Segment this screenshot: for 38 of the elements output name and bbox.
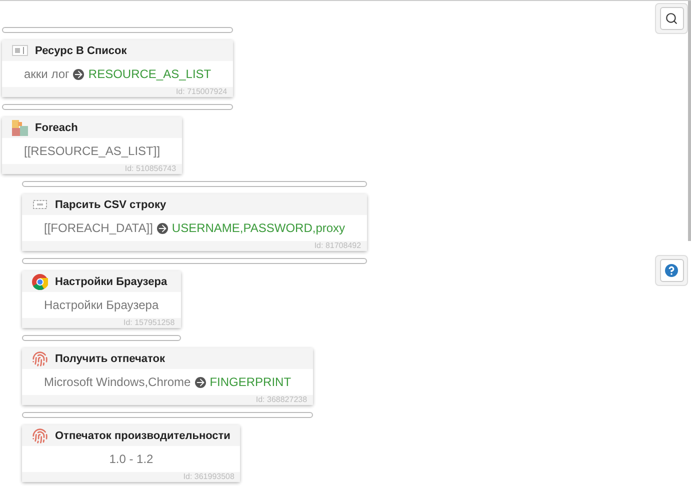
action-block[interactable]: Ресурс В Список акки лог RESOURCE_AS_LIST Id: 715007924 xyxy=(2,40,234,97)
action-block[interactable]: Настройки Браузера Настройки Браузера Id: 157951258 xyxy=(22,271,181,328)
action-block[interactable]: Отпечаток производительности 1.0 - 1.2 Id: 361993508 xyxy=(22,425,240,482)
block-id: Id: 368827238 xyxy=(22,395,314,405)
browser-icon xyxy=(32,274,48,290)
block-title: Отпечаток производительности xyxy=(55,430,230,442)
block-id: Id: 157951258 xyxy=(22,318,181,328)
input-value: акки лог xyxy=(24,67,70,81)
fingerprint-icon xyxy=(32,428,48,444)
help-button[interactable] xyxy=(655,255,688,286)
block-id: Id: 715007924 xyxy=(2,87,234,97)
fingerprint-icon xyxy=(32,350,48,366)
search-icon xyxy=(665,12,678,25)
block-id: Id: 361993508 xyxy=(22,472,240,482)
action-block[interactable]: Парсить CSV строку [[FOREACH_DATA]] USERNAME,PASSWORD,proxy Id: 81708492 xyxy=(22,194,368,251)
input-value: [[FOREACH_DATA]] xyxy=(44,221,153,235)
search-button[interactable] xyxy=(655,3,688,34)
text-field-icon xyxy=(12,45,28,56)
help-icon xyxy=(665,264,678,277)
text-document-icon xyxy=(32,199,48,210)
block-title: Получить отпечаток xyxy=(55,352,165,364)
block-id: Id: 510856743 xyxy=(2,164,182,174)
output-variable: RESOURCE_AS_LIST xyxy=(88,67,212,81)
output-variable: USERNAME,PASSWORD,proxy xyxy=(172,221,346,235)
input-value: 1.0 - 1.2 xyxy=(109,452,154,466)
input-value: Настройки Браузера xyxy=(44,298,159,312)
block-title: Парсить CSV строку xyxy=(55,198,166,210)
input-value: [[RESOURCE_AS_LIST]] xyxy=(24,144,160,158)
block-title: Настройки Браузера xyxy=(55,276,168,288)
puzzle-icon xyxy=(12,120,28,136)
scrollbar[interactable] xyxy=(688,1,691,241)
block-title: Ресурс В Список xyxy=(35,44,127,56)
output-variable: FINGERPRINT xyxy=(210,375,292,389)
block-title: Foreach xyxy=(35,122,78,134)
action-block[interactable]: Получить отпечаток Microsoft Windows,Chrome FINGERPRINT Id: 368827238 xyxy=(22,348,314,405)
input-value: Microsoft Windows,Chrome xyxy=(44,375,191,389)
block-id: Id: 81708492 xyxy=(22,241,368,251)
action-block[interactable]: Foreach [[RESOURCE_AS_LIST]] Id: 510856743 xyxy=(2,117,182,174)
